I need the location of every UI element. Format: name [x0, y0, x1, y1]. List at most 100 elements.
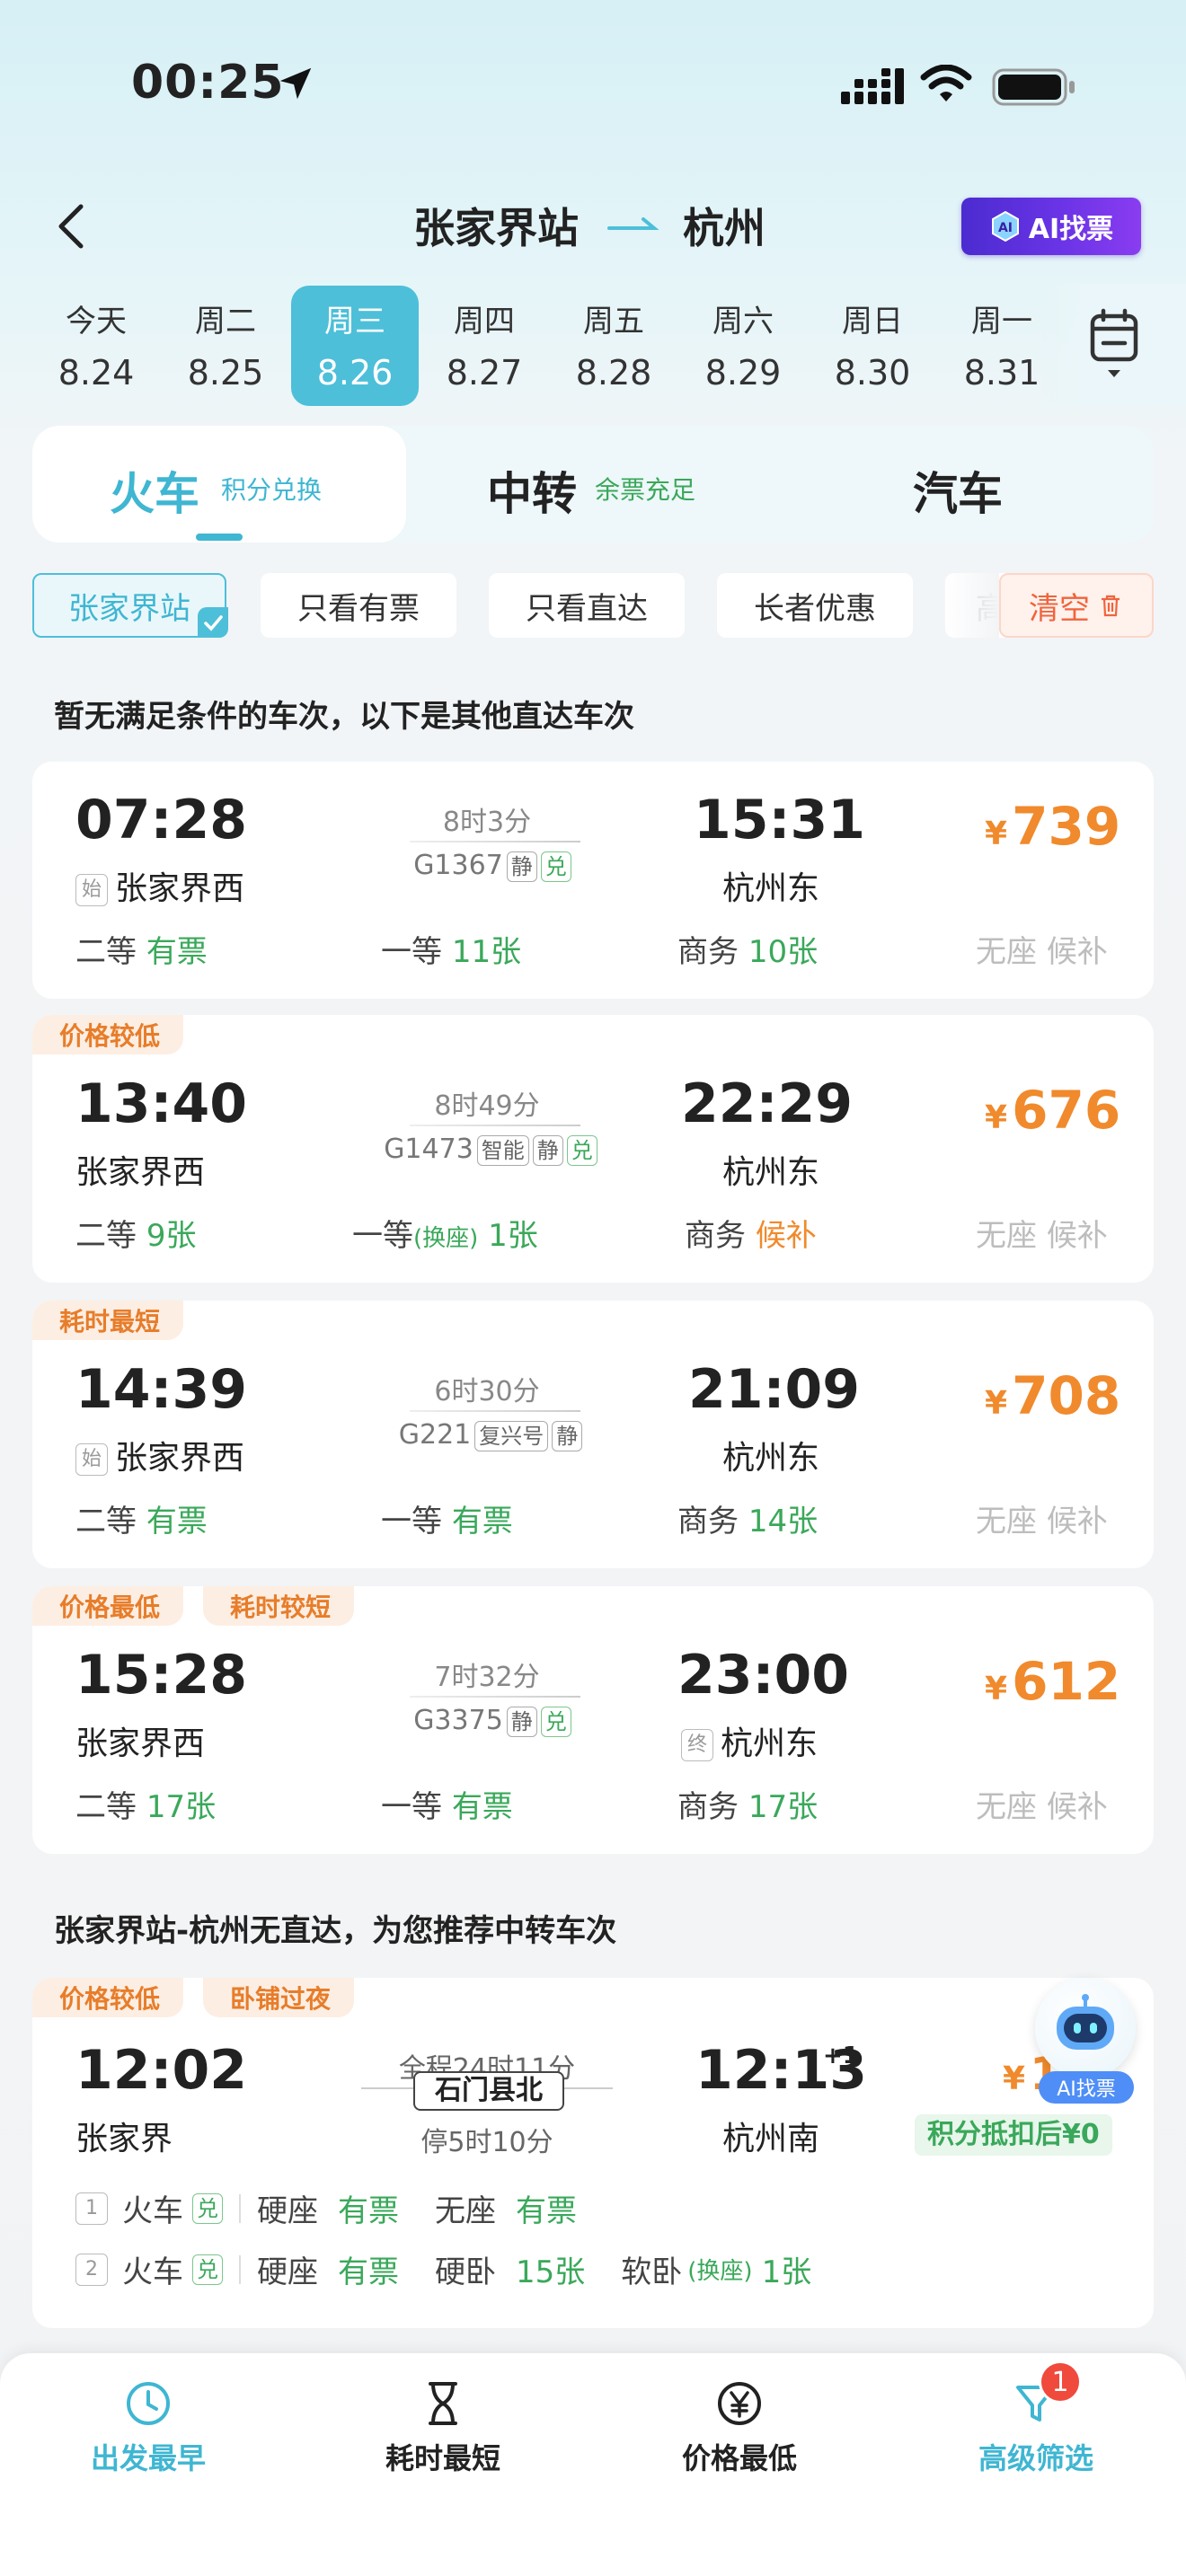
duration-line — [410, 841, 580, 842]
filter-count-badge: 1 — [1039, 2360, 1082, 2404]
sort-earliest-label: 出发最早 — [90, 2441, 206, 2475]
tab-transfer-sub: 余票充足 — [595, 475, 696, 505]
tag-sleeper: 卧铺过夜 — [203, 1978, 355, 2017]
advanced-filter-button[interactable]: 高级筛选 — [969, 2378, 1103, 2477]
seat-name: 硬座 — [257, 2254, 318, 2290]
date-item[interactable]: 周五 8.28 — [550, 286, 677, 406]
date-day: 8.24 — [58, 353, 135, 393]
redeem-badge: 兑 — [192, 2254, 223, 2285]
seat-second: 二等 有票 — [75, 927, 208, 971]
calendar-icon[interactable] — [1087, 307, 1141, 383]
route-destination[interactable]: 杭州 — [683, 196, 766, 255]
arrival-time: 21:09 — [688, 1358, 860, 1421]
sort-cheapest-label: 价格最低 — [681, 2441, 797, 2475]
robot-icon — [1057, 1994, 1114, 2050]
departure-time: 15:28 — [75, 1644, 247, 1707]
ai-ticket-button[interactable]: AI AI找票 — [961, 198, 1141, 255]
quiet-badge: 静 — [506, 1707, 537, 1737]
sort-shortest[interactable]: 耗时最短 — [376, 2378, 510, 2477]
train-number: G221 — [398, 1419, 472, 1451]
train-card[interactable]: 耗时最短 14:39 始张家界西 6时30分 G221 复兴号静 21:09 杭州… — [32, 1301, 1154, 1568]
cellular-signal-icon — [841, 68, 904, 104]
date-item[interactable]: 今天 8.24 — [32, 286, 160, 406]
trash-icon — [1102, 595, 1120, 617]
price: ¥ 708 — [985, 1365, 1120, 1426]
seat-business: 商务 10张 — [677, 927, 818, 971]
train-number-row: G1473 智能静兑 — [329, 1134, 652, 1166]
seat-availability: 有票 — [516, 2193, 577, 2229]
tab-train-sub: 积分兑换 — [221, 475, 323, 505]
arrival-time: 15:31 — [694, 789, 865, 851]
duration-line — [410, 1410, 580, 1412]
seat-business: 商务 17张 — [677, 1782, 818, 1826]
price: ¥ 739 — [985, 796, 1120, 857]
filter-direct-chip[interactable]: 只看直达 — [489, 573, 685, 638]
train-card[interactable]: 价格最低 耗时较短 15:28 张家界西 7时32分 G3375 静兑 23:00… — [32, 1586, 1154, 1854]
waitlist-label: 候补 — [1046, 934, 1108, 970]
ai-badge-text: AI — [998, 221, 1013, 235]
ai-ticket-label: AI找票 — [1028, 214, 1114, 245]
battery-icon — [992, 68, 1075, 106]
redeem-badge: 兑 — [192, 2192, 223, 2224]
back-arrow-icon[interactable] — [54, 201, 90, 251]
seat-availability: 有票 — [146, 1504, 208, 1539]
noseat-label: 无座 — [976, 1789, 1037, 1825]
leg-number: 1 — [75, 2192, 108, 2225]
noseat-label: 无座 — [976, 1218, 1037, 1254]
seat-noseat: 无座 候补 — [976, 1211, 1108, 1255]
tab-active-indicator — [196, 534, 243, 541]
seat-availability: 17张 — [146, 1789, 217, 1825]
route-origin[interactable]: 张家界站 — [413, 196, 579, 255]
sort-earliest[interactable]: 出发最早 — [81, 2378, 216, 2477]
date-weekday: 今天 — [66, 304, 127, 340]
seat-name: 一等 — [352, 1218, 413, 1254]
date-day: 8.29 — [704, 353, 782, 393]
train-card[interactable]: 07:28 始张家界西 8时3分 G1367 静兑 15:31 杭州东 ¥ 739… — [32, 762, 1154, 999]
filter-has-ticket-chip[interactable]: 只看有票 — [261, 573, 456, 638]
stopover-duration: 停5时10分 — [420, 2127, 553, 2158]
yen-symbol: ¥ — [985, 1671, 1008, 1707]
check-icon — [198, 607, 228, 638]
arrival-station: 杭州东 — [722, 1154, 820, 1191]
departure-time: 12:02 — [75, 2039, 247, 2102]
date-day: 8.26 — [316, 353, 394, 393]
date-item[interactable]: 周二 8.25 — [162, 286, 289, 406]
fuxing-badge: 复兴号 — [474, 1421, 549, 1451]
date-item[interactable]: 周四 8.27 — [420, 286, 548, 406]
price-value: 612 — [1012, 1651, 1121, 1712]
train-number-row: G221 复兴号静 — [338, 1419, 643, 1451]
date-item[interactable]: 周六 8.29 — [679, 286, 807, 406]
arrival-time: 23:00 — [677, 1644, 849, 1707]
date-item[interactable]: 周日 8.30 — [809, 286, 936, 406]
duration: 7时32分 — [434, 1662, 540, 1693]
arrival-station: 杭州东 — [722, 1440, 820, 1477]
clear-filters-button[interactable]: 清空 — [999, 573, 1154, 638]
date-item-selected[interactable]: 周三 8.26 — [291, 286, 419, 406]
departure-station-row: 始张家界西 — [75, 1432, 244, 1478]
sort-cheapest[interactable]: 价格最低 — [672, 2378, 807, 2477]
date-weekday: 周日 — [842, 304, 903, 340]
train-card[interactable]: 价格较低 13:40 张家界西 8时49分 G1473 智能静兑 22:29 杭州… — [32, 1015, 1154, 1283]
seat-availability: 候补 — [755, 1218, 817, 1254]
transfer-leg: 2 火车兑 硬座 有票 硬卧 15张 软卧 (换座) 1张 — [75, 2247, 811, 2291]
transfer-station: 石门县北 — [413, 2071, 564, 2111]
seat-name: 一等 — [381, 1789, 442, 1825]
divider — [239, 2254, 241, 2284]
leg-type: 火车 — [122, 2254, 183, 2290]
duration: 8时3分 — [442, 807, 532, 838]
tab-train[interactable] — [32, 426, 406, 543]
ai-assistant-button[interactable] — [1035, 1978, 1136, 2078]
tab-bus[interactable]: 汽车 — [913, 458, 1003, 523]
seat-availability: 1张 — [488, 1218, 538, 1254]
price: ¥ 612 — [985, 1651, 1120, 1712]
departure-station: 张家界西 — [75, 1154, 206, 1191]
seat-availability: 有票 — [451, 1789, 513, 1825]
tab-transfer[interactable]: 中转 — [487, 458, 577, 523]
price-value: 739 — [1012, 796, 1121, 857]
tag-short: 耗时较短 — [203, 1586, 355, 1626]
filter-senior-chip[interactable]: 长者优惠 — [717, 573, 913, 638]
tag-cheapest: 价格最低 — [32, 1586, 184, 1626]
seat-availability: 有票 — [146, 934, 208, 970]
transfer-card[interactable]: 价格较低 卧铺过夜 12:02 张家界 全程24时11分 石门县北 停5时10分… — [32, 1978, 1154, 2328]
seat-name: 无座 — [435, 2193, 496, 2229]
